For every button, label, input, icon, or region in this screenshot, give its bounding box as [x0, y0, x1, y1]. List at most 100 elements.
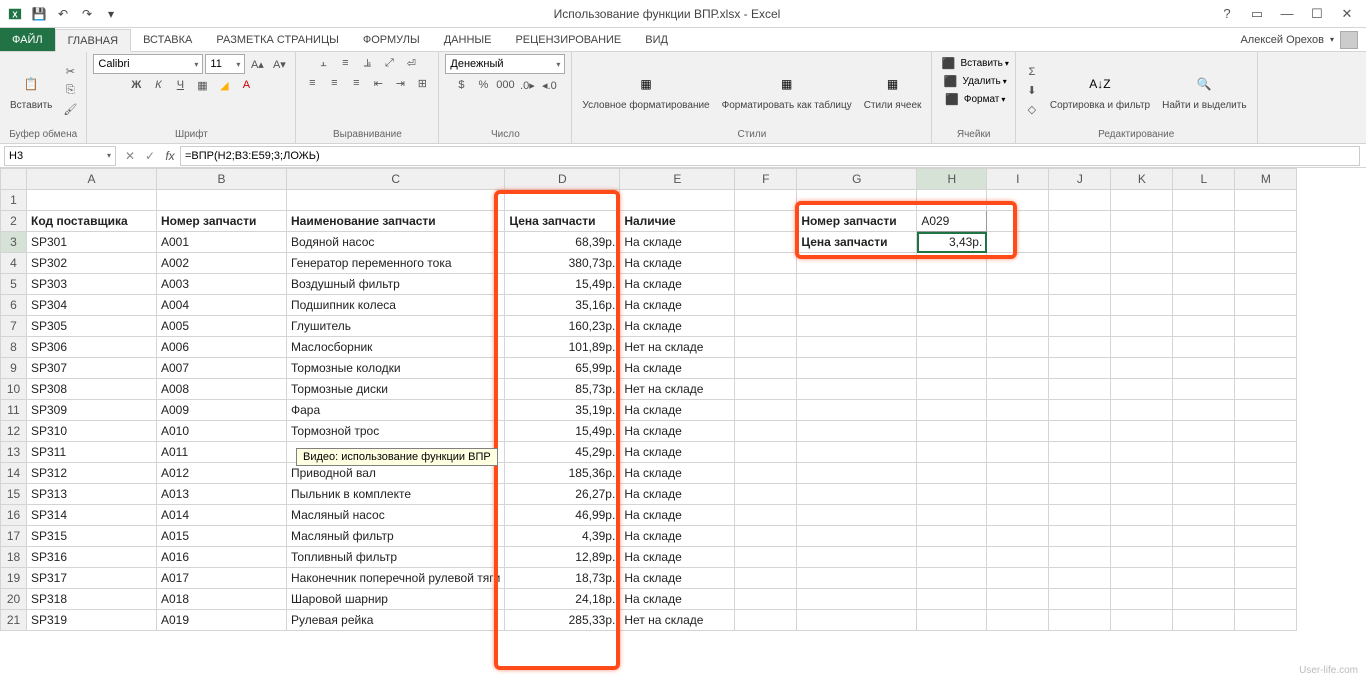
cell[interactable] [917, 442, 987, 463]
cell[interactable]: SP301 [27, 232, 157, 253]
cell[interactable] [1111, 610, 1173, 631]
cell[interactable]: A017 [157, 568, 287, 589]
cell[interactable] [735, 337, 797, 358]
cell[interactable]: Нет на складе [620, 610, 735, 631]
cell[interactable]: 15,49р. [505, 274, 620, 295]
cell[interactable]: SP303 [27, 274, 157, 295]
cell[interactable] [917, 253, 987, 274]
cell[interactable] [987, 442, 1049, 463]
cell[interactable] [1235, 190, 1297, 211]
cell[interactable]: SP312 [27, 463, 157, 484]
cell[interactable] [735, 190, 797, 211]
cell[interactable] [987, 505, 1049, 526]
row-header[interactable]: 7 [1, 316, 27, 337]
cell[interactable] [987, 421, 1049, 442]
cell[interactable] [797, 400, 917, 421]
cell[interactable]: Тормозные колодки [287, 358, 505, 379]
cell[interactable]: 18,73р. [505, 568, 620, 589]
col-header-F[interactable]: F [735, 169, 797, 190]
cell[interactable] [797, 358, 917, 379]
cell[interactable]: SP313 [27, 484, 157, 505]
row-header[interactable]: 12 [1, 421, 27, 442]
font-size-combo[interactable]: 11▾ [205, 54, 245, 74]
cell[interactable]: На складе [620, 463, 735, 484]
cell[interactable] [917, 316, 987, 337]
clear-icon[interactable]: ◇ [1022, 101, 1042, 119]
row-header[interactable]: 6 [1, 295, 27, 316]
cell[interactable] [797, 610, 917, 631]
cell[interactable]: A007 [157, 358, 287, 379]
decrease-font-icon[interactable]: A▾ [269, 55, 289, 73]
border-icon[interactable]: ▦ [192, 76, 212, 94]
cell[interactable] [1049, 232, 1111, 253]
cell[interactable] [797, 190, 917, 211]
cell[interactable] [1235, 442, 1297, 463]
close-icon[interactable]: ✕ [1336, 6, 1358, 22]
save-icon[interactable]: 💾 [28, 3, 50, 25]
find-select-button[interactable]: 🔍Найти и выделить [1158, 68, 1250, 113]
cell[interactable]: 26,27р. [505, 484, 620, 505]
cell[interactable] [917, 274, 987, 295]
cell[interactable] [1111, 526, 1173, 547]
cell[interactable]: SP307 [27, 358, 157, 379]
cell[interactable]: SP316 [27, 547, 157, 568]
cell[interactable]: Шаровой шарнир [287, 589, 505, 610]
cell[interactable] [287, 190, 505, 211]
cell[interactable] [735, 463, 797, 484]
cell[interactable] [1173, 316, 1235, 337]
cell-styles-button[interactable]: ▦Стили ячеек [860, 68, 926, 113]
cell[interactable] [1173, 421, 1235, 442]
row-header[interactable]: 15 [1, 484, 27, 505]
cell[interactable] [157, 190, 287, 211]
cell[interactable] [505, 190, 620, 211]
cell[interactable] [735, 358, 797, 379]
cell[interactable] [735, 211, 797, 232]
cell[interactable]: Подшипник колеса [287, 295, 505, 316]
cell[interactable] [987, 484, 1049, 505]
cell[interactable] [735, 316, 797, 337]
worksheet-grid[interactable]: A B C D E F G H I J K L M 12 Код поставщ… [0, 168, 1366, 680]
cell[interactable] [1049, 316, 1111, 337]
cell[interactable] [1049, 400, 1111, 421]
cell[interactable] [1235, 484, 1297, 505]
cell[interactable] [1173, 358, 1235, 379]
cell[interactable] [987, 295, 1049, 316]
row-header[interactable]: 20 [1, 589, 27, 610]
cell[interactable] [735, 526, 797, 547]
cell[interactable]: 46,99р. [505, 505, 620, 526]
percent-icon[interactable]: % [473, 76, 493, 94]
cell[interactable] [1111, 505, 1173, 526]
cell[interactable] [917, 337, 987, 358]
cell[interactable]: SP304 [27, 295, 157, 316]
cell[interactable] [1235, 400, 1297, 421]
cell[interactable]: SP317 [27, 568, 157, 589]
cell[interactable] [1173, 379, 1235, 400]
cell[interactable]: Нет на складе [620, 337, 735, 358]
cell[interactable] [1049, 253, 1111, 274]
select-all-corner[interactable] [1, 169, 27, 190]
paste-button[interactable]: 📋 Вставить [6, 68, 56, 113]
cell[interactable] [797, 337, 917, 358]
cell[interactable]: A016 [157, 547, 287, 568]
cell[interactable] [1235, 253, 1297, 274]
cell[interactable]: Рулевая рейка [287, 610, 505, 631]
cell[interactable] [987, 211, 1049, 232]
cell[interactable] [1235, 211, 1297, 232]
cell[interactable] [1111, 484, 1173, 505]
col-header-M[interactable]: M [1235, 169, 1297, 190]
cell[interactable] [917, 358, 987, 379]
minimize-icon[interactable]: — [1276, 6, 1298, 21]
cell[interactable] [1235, 589, 1297, 610]
tab-data[interactable]: ДАННЫЕ [432, 28, 504, 51]
maximize-icon[interactable]: ☐ [1306, 6, 1328, 22]
cell[interactable] [1173, 463, 1235, 484]
decrease-indent-icon[interactable]: ⇤ [368, 74, 388, 92]
cell[interactable]: SP308 [27, 379, 157, 400]
cell[interactable]: A018 [157, 589, 287, 610]
row-header[interactable]: 13 [1, 442, 27, 463]
cell[interactable] [1111, 379, 1173, 400]
cell[interactable] [735, 568, 797, 589]
cell[interactable] [987, 274, 1049, 295]
user-name[interactable]: Алексей Орехов [1240, 34, 1324, 46]
cell[interactable]: 101,89р. [505, 337, 620, 358]
